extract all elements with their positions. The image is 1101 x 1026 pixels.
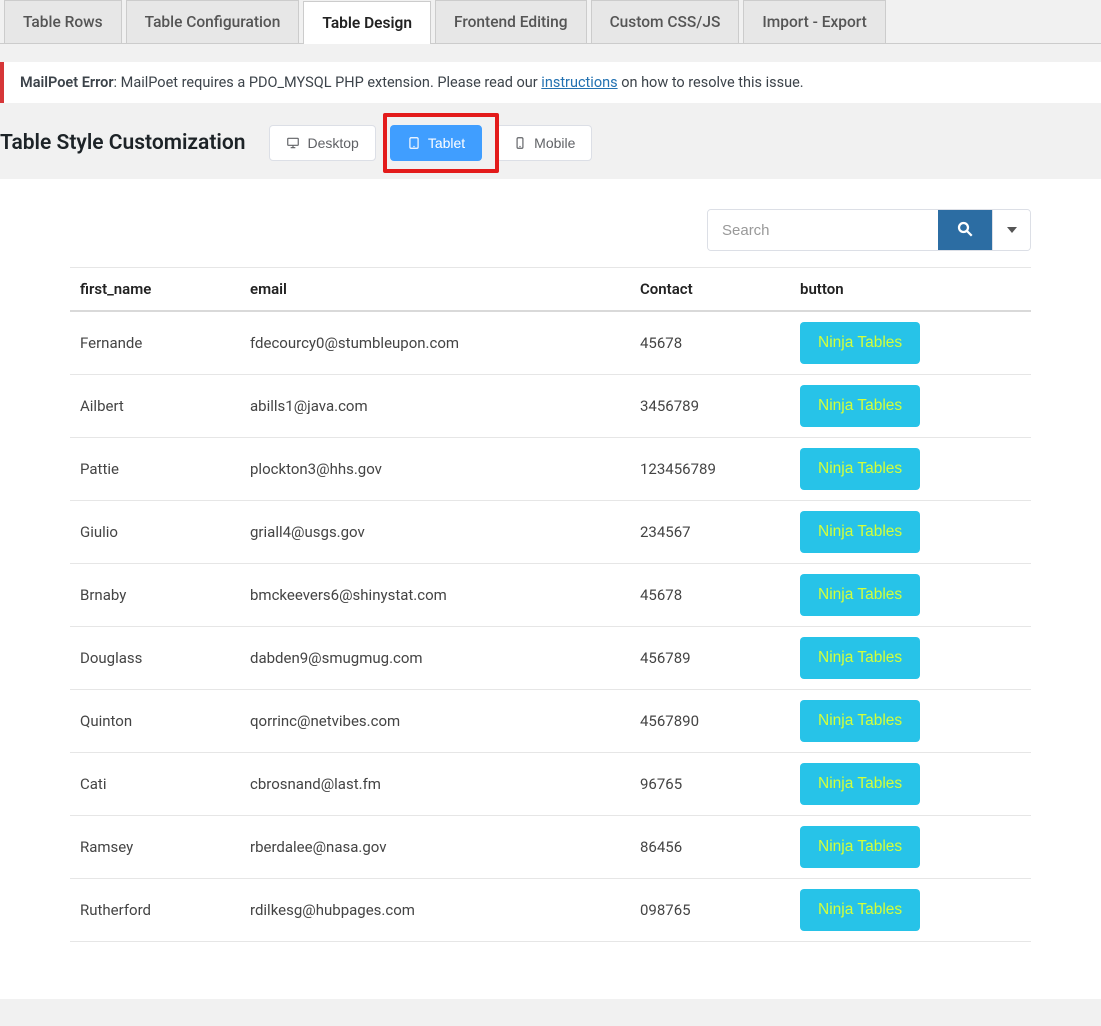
mailpoet-error-banner: MailPoet Error: MailPoet requires a PDO_… bbox=[0, 62, 1101, 103]
device-desktop-label: Desktop bbox=[307, 135, 358, 151]
table-row: Giuliogriall4@usgs.gov234567Ninja Tables bbox=[70, 501, 1031, 564]
ninja-tables-button[interactable]: Ninja Tables bbox=[800, 385, 920, 427]
search-input[interactable] bbox=[708, 210, 938, 250]
cell-email: griall4@usgs.gov bbox=[240, 501, 630, 564]
tab-table-design[interactable]: Table Design bbox=[303, 1, 431, 44]
cell-email: cbrosnand@last.fm bbox=[240, 753, 630, 816]
caret-down-icon bbox=[1007, 223, 1017, 238]
cell-first-name: Ailbert bbox=[70, 375, 240, 438]
device-tablet-label: Tablet bbox=[428, 135, 465, 151]
cell-contact: 45678 bbox=[630, 311, 790, 375]
table-row: Caticbrosnand@last.fm96765Ninja Tables bbox=[70, 753, 1031, 816]
device-mobile-button[interactable]: Mobile bbox=[496, 125, 592, 161]
cell-email: abills1@java.com bbox=[240, 375, 630, 438]
cell-button: Ninja Tables bbox=[790, 627, 1031, 690]
col-email[interactable]: email bbox=[240, 268, 630, 312]
col-first-name[interactable]: first_name bbox=[70, 268, 240, 312]
notice-area: MailPoet Error: MailPoet requires a PDO_… bbox=[0, 44, 1101, 121]
tab-frontend-editing[interactable]: Frontend Editing bbox=[435, 0, 587, 43]
cell-button: Ninja Tables bbox=[790, 375, 1031, 438]
table-header-row: first_name email Contact button bbox=[70, 268, 1031, 312]
preview-table: first_name email Contact button Fernande… bbox=[70, 267, 1031, 942]
ninja-tables-button[interactable]: Ninja Tables bbox=[800, 763, 920, 805]
ninja-tables-button[interactable]: Ninja Tables bbox=[800, 574, 920, 616]
ninja-tables-button[interactable]: Ninja Tables bbox=[800, 700, 920, 742]
ninja-tables-button[interactable]: Ninja Tables bbox=[800, 511, 920, 553]
table-row: Pattieplockton3@hhs.gov123456789Ninja Ta… bbox=[70, 438, 1031, 501]
cell-contact: 098765 bbox=[630, 879, 790, 942]
cell-contact: 456789 bbox=[630, 627, 790, 690]
cell-contact: 3456789 bbox=[630, 375, 790, 438]
cell-email: bmckeevers6@shinystat.com bbox=[240, 564, 630, 627]
cell-button: Ninja Tables bbox=[790, 879, 1031, 942]
tab-table-configuration[interactable]: Table Configuration bbox=[126, 0, 300, 43]
cell-button: Ninja Tables bbox=[790, 501, 1031, 564]
banner-text-before: : MailPoet requires a PDO_MYSQL PHP exte… bbox=[114, 74, 542, 91]
table-row: Ailbertabills1@java.com3456789Ninja Tabl… bbox=[70, 375, 1031, 438]
cell-first-name: Quinton bbox=[70, 690, 240, 753]
table-row: Fernandefdecourcy0@stumbleupon.com45678N… bbox=[70, 311, 1031, 375]
cell-contact: 123456789 bbox=[630, 438, 790, 501]
cell-contact: 96765 bbox=[630, 753, 790, 816]
cell-contact: 86456 bbox=[630, 816, 790, 879]
banner-instructions-link[interactable]: instructions bbox=[541, 74, 617, 91]
search-button[interactable] bbox=[938, 210, 992, 250]
style-heading-row: Table Style Customization Desktop Tablet… bbox=[0, 121, 1101, 179]
cell-email: rberdalee@nasa.gov bbox=[240, 816, 630, 879]
search-row bbox=[70, 209, 1031, 251]
search-icon bbox=[956, 220, 974, 241]
cell-first-name: Ramsey bbox=[70, 816, 240, 879]
cell-contact: 45678 bbox=[630, 564, 790, 627]
cell-first-name: Brnaby bbox=[70, 564, 240, 627]
device-tablet-button[interactable]: Tablet bbox=[390, 125, 482, 161]
device-toggle-group: Desktop Tablet Mobile bbox=[269, 125, 606, 161]
table-preview-card: first_name email Contact button Fernande… bbox=[0, 179, 1101, 999]
desktop-icon bbox=[286, 136, 300, 150]
cell-button: Ninja Tables bbox=[790, 311, 1031, 375]
table-row: Quintonqorrinc@netvibes.com4567890Ninja … bbox=[70, 690, 1031, 753]
col-button[interactable]: button bbox=[790, 268, 1031, 312]
cell-first-name: Cati bbox=[70, 753, 240, 816]
cell-email: rdilkesg@hubpages.com bbox=[240, 879, 630, 942]
cell-button: Ninja Tables bbox=[790, 564, 1031, 627]
tablet-icon bbox=[407, 136, 421, 150]
table-row: Rutherfordrdilkesg@hubpages.com098765Nin… bbox=[70, 879, 1031, 942]
search-options-dropdown[interactable] bbox=[992, 210, 1030, 250]
cell-email: fdecourcy0@stumbleupon.com bbox=[240, 311, 630, 375]
cell-email: dabden9@smugmug.com bbox=[240, 627, 630, 690]
banner-prefix: MailPoet Error bbox=[20, 74, 114, 91]
cell-contact: 234567 bbox=[630, 501, 790, 564]
table-row: Ramseyrberdalee@nasa.gov86456Ninja Table… bbox=[70, 816, 1031, 879]
cell-contact: 4567890 bbox=[630, 690, 790, 753]
admin-tabs: Table RowsTable ConfigurationTable Desig… bbox=[0, 0, 1101, 44]
col-contact[interactable]: Contact bbox=[630, 268, 790, 312]
cell-button: Ninja Tables bbox=[790, 438, 1031, 501]
tab-import-export[interactable]: Import - Export bbox=[743, 0, 885, 43]
banner-text-after: on how to resolve this issue. bbox=[618, 74, 804, 91]
cell-email: plockton3@hhs.gov bbox=[240, 438, 630, 501]
cell-button: Ninja Tables bbox=[790, 753, 1031, 816]
ninja-tables-button[interactable]: Ninja Tables bbox=[800, 322, 920, 364]
cell-email: qorrinc@netvibes.com bbox=[240, 690, 630, 753]
search-group bbox=[707, 209, 1031, 251]
cell-first-name: Fernande bbox=[70, 311, 240, 375]
device-mobile-label: Mobile bbox=[534, 135, 575, 151]
ninja-tables-button[interactable]: Ninja Tables bbox=[800, 826, 920, 868]
cell-first-name: Giulio bbox=[70, 501, 240, 564]
mobile-icon bbox=[513, 136, 527, 150]
tab-custom-css-js[interactable]: Custom CSS/JS bbox=[591, 0, 740, 43]
cell-first-name: Rutherford bbox=[70, 879, 240, 942]
table-row: Douglassdabden9@smugmug.com456789Ninja T… bbox=[70, 627, 1031, 690]
cell-button: Ninja Tables bbox=[790, 816, 1031, 879]
ninja-tables-button[interactable]: Ninja Tables bbox=[800, 637, 920, 679]
tab-table-rows[interactable]: Table Rows bbox=[4, 0, 122, 43]
cell-button: Ninja Tables bbox=[790, 690, 1031, 753]
cell-first-name: Pattie bbox=[70, 438, 240, 501]
device-desktop-button[interactable]: Desktop bbox=[269, 125, 375, 161]
table-row: Brnabybmckeevers6@shinystat.com45678Ninj… bbox=[70, 564, 1031, 627]
cell-first-name: Douglass bbox=[70, 627, 240, 690]
ninja-tables-button[interactable]: Ninja Tables bbox=[800, 889, 920, 931]
ninja-tables-button[interactable]: Ninja Tables bbox=[800, 448, 920, 490]
page-title: Table Style Customization bbox=[0, 131, 245, 155]
